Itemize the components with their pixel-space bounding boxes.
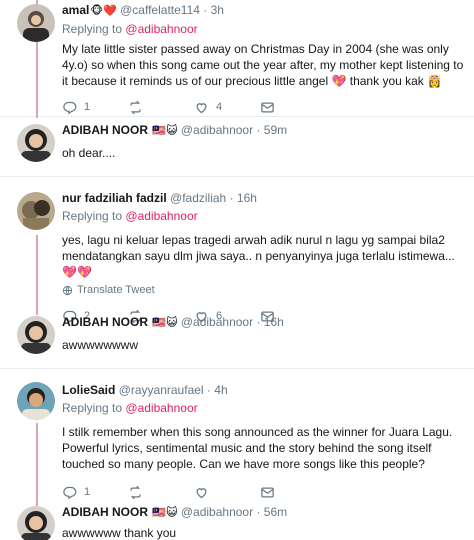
retweet-icon xyxy=(130,100,141,114)
reply-icon xyxy=(63,101,77,114)
avatar[interactable] xyxy=(17,316,55,354)
replying-prefix: Replying to xyxy=(62,22,123,36)
reply-icon xyxy=(63,486,77,499)
mention-link[interactable]: @adibahnoor xyxy=(125,209,197,223)
name-emoji: 🐵❤️ xyxy=(90,5,117,17)
timestamp[interactable]: 3h xyxy=(211,3,224,17)
separator-dot: · xyxy=(256,123,261,137)
separator xyxy=(0,368,474,369)
timestamp[interactable]: 16h xyxy=(237,191,257,205)
name-emoji: 🇲🇾😺 xyxy=(152,125,178,137)
tweet-text: oh dear.... xyxy=(62,146,116,160)
globe-icon xyxy=(62,285,73,295)
tweet-header: ADIBAH NOOR 🇲🇾😺 @adibahnoor · 59m xyxy=(62,122,466,139)
avatar[interactable] xyxy=(17,506,55,540)
display-name[interactable]: amal xyxy=(62,3,89,17)
like-icon xyxy=(196,102,207,113)
thread-line xyxy=(36,423,38,507)
tweet-header: LolieSaid @rayyanraufael · 4h xyxy=(62,382,466,398)
retweet-button[interactable] xyxy=(128,485,194,500)
timestamp[interactable]: 59m xyxy=(264,123,287,137)
dm-icon xyxy=(261,487,274,497)
separator-dot: · xyxy=(203,3,208,17)
separator-dot: · xyxy=(256,315,261,329)
tweet-actions: 1 xyxy=(62,484,466,500)
separator-dot: · xyxy=(206,383,211,397)
timestamp[interactable]: 16h xyxy=(264,315,284,329)
timestamp[interactable]: 4h xyxy=(214,383,227,397)
user-handle[interactable]: @adibahnoor xyxy=(181,505,253,519)
like-button[interactable] xyxy=(194,485,260,500)
avatar[interactable] xyxy=(17,124,55,162)
replying-to: Replying to @adibahnoor xyxy=(62,400,466,416)
like-count: 4 xyxy=(216,101,223,113)
tweet-text: awwwwwwww xyxy=(62,338,139,352)
tweet-text: I stilk remember when this song announce… xyxy=(62,425,453,471)
tweet-header: amal🐵❤️ @caffelatte114 · 3h xyxy=(62,2,466,19)
separator xyxy=(0,116,474,117)
avatar[interactable] xyxy=(17,192,55,230)
tweet-text: My late little sister passed away on Chr… xyxy=(62,42,464,88)
user-handle[interactable]: @rayyanraufael xyxy=(119,383,204,397)
display-name[interactable]: LolieSaid xyxy=(62,383,115,397)
separator-dot: · xyxy=(256,505,261,519)
tweet-text: yes, lagu ni keluar lepas tragedi arwah … xyxy=(62,233,455,279)
user-handle[interactable]: @caffelatte114 xyxy=(120,3,200,17)
dm-icon xyxy=(261,102,274,112)
replying-to: Replying to @adibahnoor xyxy=(62,208,466,224)
replying-to: Replying to @adibahnoor xyxy=(62,21,466,37)
display-name[interactable]: ADIBAH NOOR xyxy=(62,505,148,519)
separator-dot: · xyxy=(229,191,234,205)
like-icon xyxy=(196,487,207,498)
name-emoji: 🇲🇾😺 xyxy=(152,507,178,519)
replying-prefix: Replying to xyxy=(62,209,123,223)
display-name[interactable]: ADIBAH NOOR xyxy=(62,315,148,329)
retweet-button[interactable] xyxy=(128,100,194,115)
reply-button[interactable]: 1 xyxy=(62,100,128,115)
avatar[interactable] xyxy=(17,382,55,420)
tweet-header: ADIBAH NOOR 🇲🇾😺 @adibahnoor · 16h xyxy=(62,314,466,331)
display-name[interactable]: nur fadziliah fadzil xyxy=(62,191,167,205)
mention-link[interactable]: @adibahnoor xyxy=(125,401,197,415)
dm-button[interactable] xyxy=(260,100,326,115)
retweet-icon xyxy=(130,485,141,499)
reply-button[interactable]: 1 xyxy=(62,485,128,500)
tweet-text: awwwwww thank you xyxy=(62,526,177,540)
tweet-header: ADIBAH NOOR 🇲🇾😺 @adibahnoor · 56m xyxy=(62,504,466,521)
name-emoji: 🇲🇾😺 xyxy=(152,317,178,329)
mention-link[interactable]: @adibahnoor xyxy=(125,22,197,36)
display-name[interactable]: ADIBAH NOOR xyxy=(62,123,148,137)
reply-count: 1 xyxy=(84,101,91,113)
tweet-thread: amal🐵❤️ @caffelatte114 · 3h Replying to … xyxy=(0,0,474,540)
user-handle[interactable]: @fadziliah xyxy=(170,191,226,205)
user-handle[interactable]: @adibahnoor xyxy=(181,315,253,329)
translate-label: Translate Tweet xyxy=(77,284,155,296)
separator xyxy=(0,176,474,177)
replying-prefix: Replying to xyxy=(62,401,123,415)
dm-button[interactable] xyxy=(260,485,326,500)
translate-tweet-link[interactable]: Translate Tweet xyxy=(62,284,466,296)
tweet-header: nur fadziliah fadzil @fadziliah · 16h xyxy=(62,190,466,206)
like-button[interactable]: 4 xyxy=(194,100,260,115)
user-handle[interactable]: @adibahnoor xyxy=(181,123,253,137)
avatar[interactable] xyxy=(17,4,55,42)
reply-count: 1 xyxy=(84,486,91,498)
thread-line xyxy=(36,235,38,315)
tweet-actions: 1 4 xyxy=(62,99,466,115)
timestamp[interactable]: 56m xyxy=(264,505,287,519)
